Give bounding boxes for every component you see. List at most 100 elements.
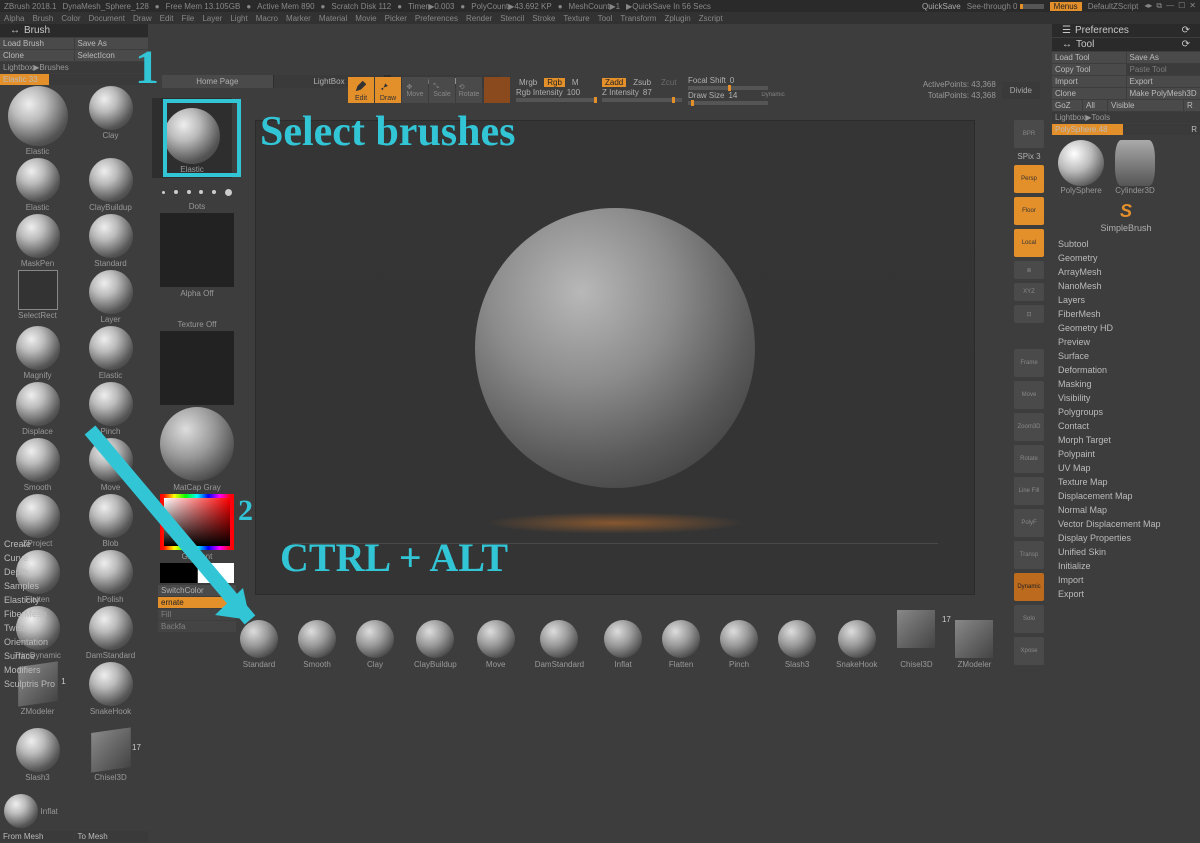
- divide-button[interactable]: Divide: [1002, 82, 1040, 99]
- goz-r-button[interactable]: R: [1184, 100, 1200, 111]
- menu-stencil[interactable]: Stencil: [500, 14, 524, 23]
- tool-section-geometry-hd[interactable]: Geometry HD: [1058, 321, 1194, 335]
- brush-clay[interactable]: Clay: [75, 86, 146, 156]
- minimize-icon[interactable]: —: [1166, 1, 1174, 11]
- tool-section-display-properties[interactable]: Display Properties: [1058, 531, 1194, 545]
- tool-section-preview[interactable]: Preview: [1058, 335, 1194, 349]
- save-tool-button[interactable]: Save As: [1127, 52, 1200, 63]
- tool-section-contact[interactable]: Contact: [1058, 419, 1194, 433]
- alpha-thumb[interactable]: [160, 213, 234, 287]
- polysphere-thumb[interactable]: PolySphere: [1056, 140, 1106, 195]
- tool-section-geometry[interactable]: Geometry: [1058, 251, 1194, 265]
- menu-light[interactable]: Light: [230, 14, 247, 23]
- rotate-mode-button[interactable]: ⟲Rotate: [456, 77, 482, 103]
- brush-section-depth[interactable]: Depth: [4, 565, 55, 579]
- edit-mode-button[interactable]: Edit: [348, 77, 374, 103]
- tray-brush-clay[interactable]: Clay: [356, 620, 394, 669]
- brush-maskpen[interactable]: MaskPen: [2, 214, 73, 268]
- brush-chisel3d[interactable]: Chisel3D17: [75, 728, 146, 792]
- menu-zscript[interactable]: Zscript: [699, 14, 723, 23]
- brush-slash3[interactable]: Slash3: [2, 728, 73, 792]
- m-button[interactable]: M: [569, 78, 582, 87]
- cylinder3d-thumb[interactable]: Cylinder3D: [1110, 140, 1160, 195]
- tool-section-displacement-map[interactable]: Displacement Map: [1058, 489, 1194, 503]
- mrgb-button[interactable]: Mrgb: [516, 78, 540, 87]
- tool-section-export[interactable]: Export: [1058, 587, 1194, 601]
- brush-damstandard[interactable]: DamStandard: [75, 606, 146, 660]
- brush-section-elasticity[interactable]: Elasticity: [4, 593, 55, 607]
- menu-marker[interactable]: Marker: [286, 14, 311, 23]
- transp-button[interactable]: Transp: [1014, 541, 1044, 569]
- brush-layer[interactable]: Layer: [75, 270, 146, 324]
- menu-document[interactable]: Document: [89, 14, 125, 23]
- brush-section-fibermesh[interactable]: FiberMesh: [4, 607, 55, 621]
- current-brush-thumb[interactable]: Elastic: [152, 98, 232, 178]
- tool-section-nanomesh[interactable]: NanoMesh: [1058, 279, 1194, 293]
- swatch-white[interactable]: [198, 563, 235, 583]
- brush-selectrect[interactable]: SelectRect: [2, 270, 73, 324]
- menu-zplugin[interactable]: Zplugin: [664, 14, 690, 23]
- menu-texture[interactable]: Texture: [563, 14, 589, 23]
- brush-claybuildup[interactable]: ClayBuildup: [75, 158, 146, 212]
- tool-section-layers[interactable]: Layers: [1058, 293, 1194, 307]
- tool-section-vector-displacement-map[interactable]: Vector Displacement Map: [1058, 517, 1194, 531]
- linefill-button[interactable]: Line Fill: [1014, 477, 1044, 505]
- menu-transform[interactable]: Transform: [620, 14, 656, 23]
- z-intensity-value[interactable]: 87: [643, 88, 652, 97]
- brush-slider[interactable]: Elastic 33: [0, 74, 148, 85]
- tool-panel-title[interactable]: ↔ Tool⟳: [1052, 38, 1200, 51]
- home-page-tab[interactable]: Home Page: [162, 75, 273, 88]
- tray-brush-zmodeler[interactable]: ZModeler: [955, 620, 993, 669]
- zoom-button[interactable]: Zoom3D: [1014, 413, 1044, 441]
- tool-section-normal-map[interactable]: Normal Map: [1058, 503, 1194, 517]
- brush-snakehook[interactable]: SnakeHook: [75, 662, 146, 726]
- tool-section-morph-target[interactable]: Morph Target: [1058, 433, 1194, 447]
- clone-button[interactable]: Clone: [0, 50, 74, 61]
- tool-section-arraymesh[interactable]: ArrayMesh: [1058, 265, 1194, 279]
- tray-brush-snakehook[interactable]: SnakeHook: [836, 620, 877, 669]
- brush-smooth[interactable]: Smooth: [2, 438, 73, 492]
- tool-section-unified-skin[interactable]: Unified Skin: [1058, 545, 1194, 559]
- draw-size-slider[interactable]: [688, 101, 768, 105]
- material-swatch[interactable]: [484, 77, 510, 103]
- tray-brush-pinch[interactable]: Pinch: [720, 620, 758, 669]
- focal-shift-value[interactable]: 0: [730, 76, 734, 85]
- tray-brush-flatten[interactable]: Flatten: [662, 620, 700, 669]
- menu-edit[interactable]: Edit: [160, 14, 174, 23]
- tray-brush-inflat[interactable]: Inflat: [604, 620, 642, 669]
- tool-section-surface[interactable]: Surface: [1058, 349, 1194, 363]
- brush-section-create[interactable]: Create: [4, 537, 55, 551]
- restore-icon[interactable]: ⧉: [1156, 1, 1162, 11]
- draw-size-value[interactable]: 14: [728, 91, 737, 100]
- brush-elastic[interactable]: Elastic: [75, 326, 146, 380]
- frame-button[interactable]: Frame: [1014, 349, 1044, 377]
- tray-brush-chisel3d[interactable]: 17Chisel3D: [897, 610, 935, 669]
- brush-move[interactable]: Move: [75, 438, 146, 492]
- color-picker[interactable]: [160, 494, 234, 550]
- menu-brush[interactable]: Brush: [32, 14, 53, 23]
- scale-mode-button[interactable]: ⤡Scale: [429, 77, 455, 103]
- focal-shift-slider[interactable]: [688, 86, 768, 90]
- z-intensity-slider[interactable]: [602, 98, 682, 102]
- draw-mode-button[interactable]: Draw: [375, 77, 401, 103]
- collapse-icon[interactable]: ◂▸: [1144, 1, 1152, 11]
- tool-section-fibermesh[interactable]: FiberMesh: [1058, 307, 1194, 321]
- goz-button[interactable]: GoZ: [1052, 100, 1082, 111]
- brush-pinch[interactable]: Pinch: [75, 382, 146, 436]
- tool-section-deformation[interactable]: Deformation: [1058, 363, 1194, 377]
- zcut-button[interactable]: Zcut: [658, 78, 680, 87]
- quicksave-button[interactable]: QuickSave: [922, 2, 961, 11]
- model-sphere[interactable]: [475, 208, 755, 488]
- brush-section-orientation[interactable]: Orientation: [4, 635, 55, 649]
- menu-material[interactable]: Material: [319, 14, 347, 23]
- clone-tool-button[interactable]: Clone: [1052, 88, 1126, 99]
- fill-button[interactable]: Fill: [158, 609, 236, 620]
- from-mesh-button[interactable]: From Mesh: [0, 831, 74, 842]
- menu-file[interactable]: File: [181, 14, 194, 23]
- preferences-panel-title[interactable]: ☰ Preferences⟳: [1052, 24, 1200, 37]
- swatch-black[interactable]: [160, 563, 197, 583]
- tool-section-texture-map[interactable]: Texture Map: [1058, 475, 1194, 489]
- menu-layer[interactable]: Layer: [202, 14, 222, 23]
- polyf-button[interactable]: PolyF: [1014, 509, 1044, 537]
- inflat-brush[interactable]: Inflat: [41, 807, 58, 816]
